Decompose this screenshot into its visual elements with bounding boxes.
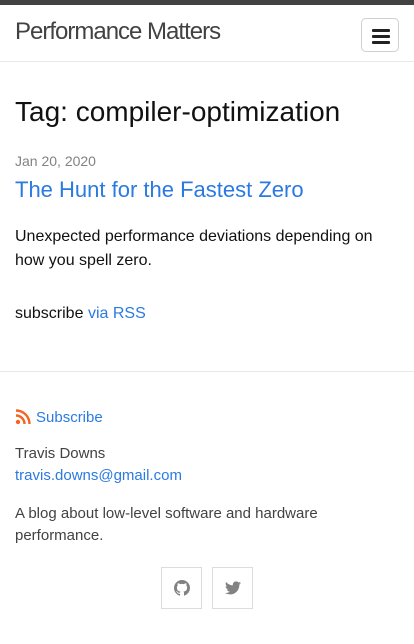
page-title: Tag: compiler-optimization <box>15 96 341 127</box>
post-date: Jan 20, 2020 <box>15 153 96 169</box>
post-excerpt: Unexpected performance deviations depend… <box>15 228 373 269</box>
post-title-link[interactable]: The Hunt for the Fastest Zero <box>15 176 304 204</box>
footer-subscribe-link[interactable]: Subscribe <box>15 407 103 427</box>
menu-toggle-button[interactable] <box>361 18 399 52</box>
author-email-link[interactable]: travis.downs@gmail.com <box>15 467 182 485</box>
rss-prefix-text: subscribe <box>15 305 84 322</box>
rss-subscribe-line: subscribe via RSS <box>15 304 146 324</box>
github-icon <box>173 580 190 596</box>
rss-link[interactable]: via RSS <box>88 305 146 322</box>
github-button[interactable] <box>161 567 202 609</box>
twitter-button[interactable] <box>212 567 253 609</box>
site-footer: Subscribe Travis Downs travis.downs@gmai… <box>0 371 414 644</box>
author-name: Travis Downs <box>15 445 106 462</box>
blog-description: A blog about low-level software and hard… <box>15 505 318 544</box>
site-title-link[interactable]: Performance Matters <box>15 16 221 48</box>
subscribe-label: Subscribe <box>36 408 103 426</box>
twitter-icon <box>224 581 241 595</box>
rss-icon <box>15 409 31 425</box>
site-header: Performance Matters <box>0 5 414 62</box>
